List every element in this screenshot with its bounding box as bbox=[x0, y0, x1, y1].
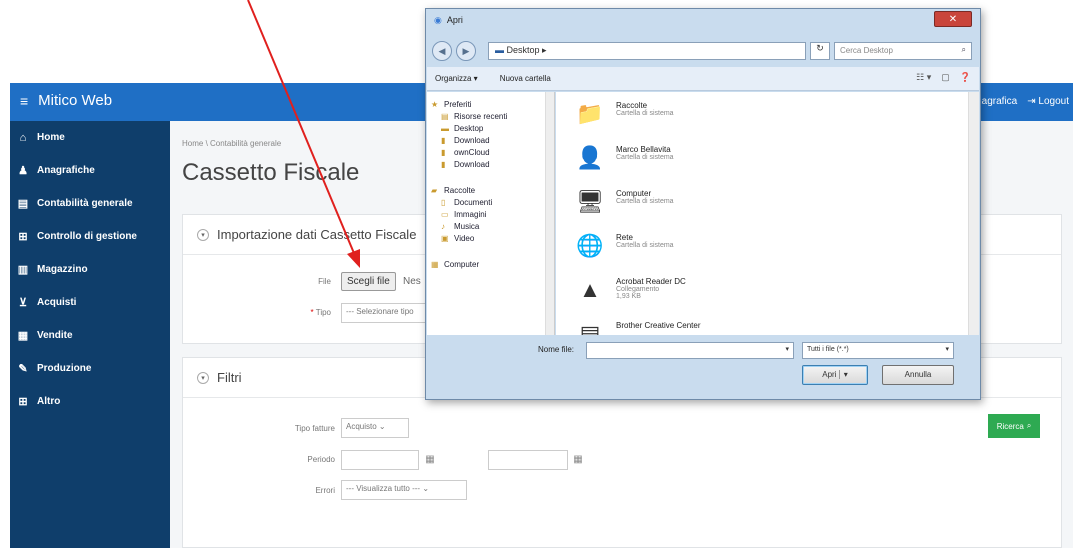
annotation-arrow bbox=[247, 0, 360, 268]
